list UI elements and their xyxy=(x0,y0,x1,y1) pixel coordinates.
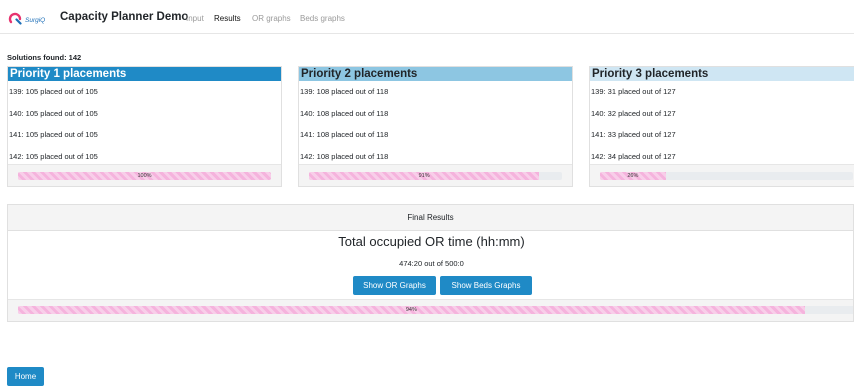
solutions-count: Solutions found: 142 xyxy=(7,53,82,62)
app-title[interactable]: Capacity Planner Demo xyxy=(60,11,188,23)
priority-2-card: Priority 2 placements 139: 108 placed ou… xyxy=(298,66,573,187)
list-item: 141: 105 placed out of 105 xyxy=(9,130,98,139)
home-button[interactable]: Home xyxy=(7,367,44,386)
list-item: 140: 32 placed out of 127 xyxy=(591,108,676,118)
list-item: 139: 108 placed out of 118 xyxy=(300,87,389,96)
priority-2-progress-bar: 91% xyxy=(309,172,540,180)
final-results-value: 474:20 out of 500:0 xyxy=(399,259,464,268)
list-item: 140: 105 placed out of 105 xyxy=(9,108,98,118)
logo-text: SurgiQ xyxy=(25,17,46,24)
priority-2-title: Priority 2 placements xyxy=(299,67,572,81)
priority-2-progress: 91% xyxy=(309,172,562,180)
nav-link-or-graphs[interactable]: OR graphs xyxy=(252,14,291,23)
nav-link-input[interactable]: Input xyxy=(186,14,204,23)
list-item: 141: 33 placed out of 127 xyxy=(591,130,676,139)
final-results-card: Final Results Total occupied OR time (hh… xyxy=(7,204,854,322)
show-or-graphs-button[interactable]: Show OR Graphs xyxy=(353,276,436,295)
list-item: 139: 31 placed out of 127 xyxy=(591,87,676,96)
surgiq-logo[interactable]: SurgiQ xyxy=(8,10,56,26)
final-progress: 94% xyxy=(18,306,853,314)
show-beds-graphs-button[interactable]: Show Beds Graphs xyxy=(440,276,532,295)
nav-link-results[interactable]: Results xyxy=(214,14,241,23)
priority-2-footer: 91% xyxy=(299,164,572,186)
final-progress-bar: 94% xyxy=(18,306,805,314)
final-results-title: Total occupied OR time (hh:mm) xyxy=(338,234,525,249)
priority-3-footer: 26% xyxy=(590,164,854,186)
navbar: SurgiQ Capacity Planner Demo Input Resul… xyxy=(0,0,854,34)
final-results-header: Final Results xyxy=(8,205,853,231)
final-results-footer: 94% xyxy=(8,299,853,321)
priority-3-card: Priority 3 placements 139: 31 placed out… xyxy=(589,66,854,187)
priority-1-title: Priority 1 placements xyxy=(8,67,281,81)
list-item: 141: 108 placed out of 118 xyxy=(300,130,389,139)
priority-1-footer: 100% xyxy=(8,164,281,186)
priority-3-title: Priority 3 placements xyxy=(590,67,854,81)
priority-3-progress: 26% xyxy=(600,172,853,180)
priority-1-card: Priority 1 placements 139: 105 placed ou… xyxy=(7,66,282,187)
priority-1-progress: 100% xyxy=(18,172,271,180)
priority-3-progress-bar: 26% xyxy=(600,172,666,180)
priority-1-progress-bar: 100% xyxy=(18,172,271,180)
nav-link-beds-graphs[interactable]: Beds graphs xyxy=(300,14,345,23)
list-item: 140: 108 placed out of 118 xyxy=(300,108,389,118)
list-item: 139: 105 placed out of 105 xyxy=(9,87,98,96)
logo-mark-icon xyxy=(8,12,22,25)
